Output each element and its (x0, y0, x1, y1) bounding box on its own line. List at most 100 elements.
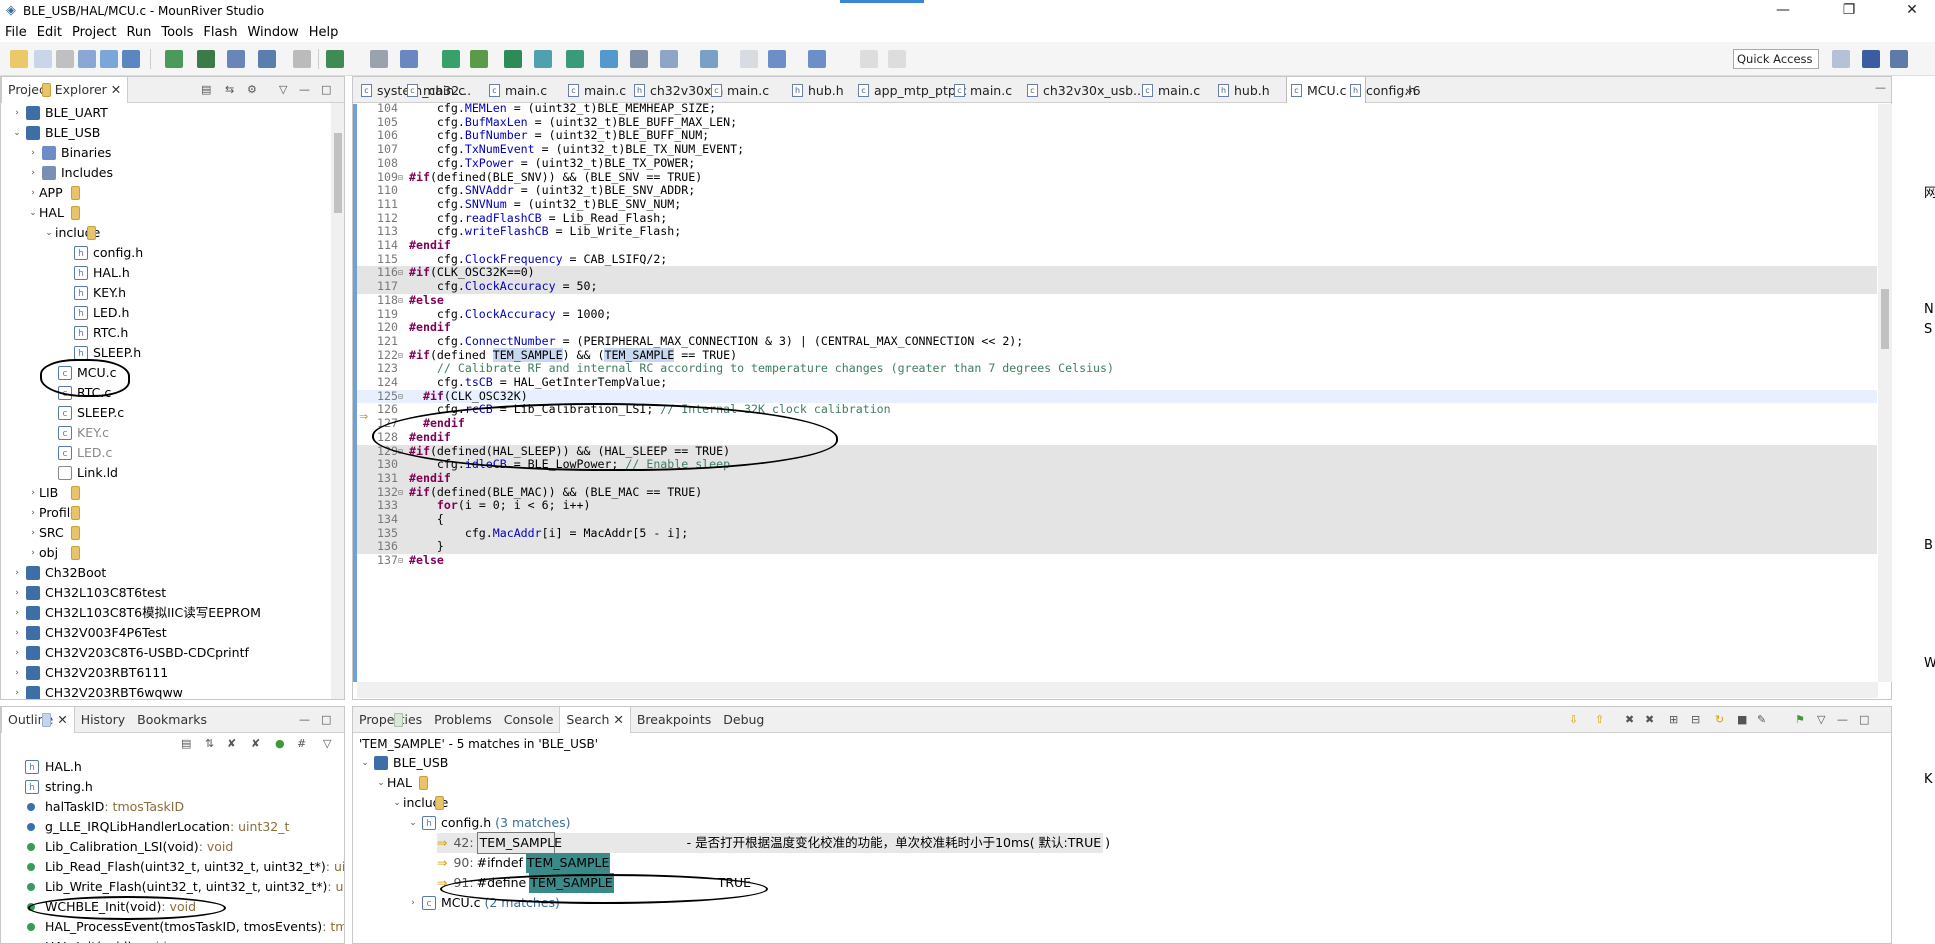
tree-item[interactable]: › APP (27, 183, 80, 203)
tree-item[interactable]: c LED.c (43, 443, 112, 463)
menu-tools[interactable]: Tools (156, 25, 198, 40)
tree-item[interactable]: › Binaries (27, 143, 111, 163)
code-line[interactable]: 137 ⊟ #else (357, 553, 1877, 568)
code-line[interactable]: 110 cfg.SNVAddr = (uint32_t)BLE_SNV_ADDR… (357, 183, 1877, 198)
tree-item[interactable]: › LIB (27, 483, 80, 503)
tree-item[interactable]: ⌄ HAL (27, 203, 80, 223)
outline-item[interactable]: g_LLE_IRQLibHandlerLocation : uint32_t (23, 817, 289, 837)
tab-breakpoints[interactable]: Breakpoints (394, 707, 717, 733)
sync-icon[interactable] (888, 50, 906, 68)
format-icon[interactable] (630, 50, 648, 68)
code-line[interactable]: 104 cfg.MEMLen = (uint32_t)BLE_MEMHEAP_S… (357, 101, 1877, 116)
fold-toggle-icon[interactable]: ⊟ (398, 266, 407, 280)
cancel-search-icon[interactable]: ■ (1737, 713, 1747, 726)
tree-item[interactable]: h KEY.h (59, 283, 126, 303)
tree-item[interactable]: h HAL.h (59, 263, 130, 283)
tab-search[interactable]: Search ✕ (394, 707, 631, 733)
expand-all-icon[interactable]: ⊞ (1669, 713, 1678, 726)
tree-item[interactable]: › obj (27, 543, 80, 563)
tab-project-explorer[interactable]: Project Explorer ✕ (1, 77, 129, 103)
tree-item[interactable]: › CH32L103C8T6模拟IIC读写EEPROM (11, 603, 261, 623)
filter-icon[interactable]: ⚙ (247, 83, 257, 96)
tab-history[interactable]: History (42, 707, 131, 733)
chevron-right-icon[interactable]: › (11, 643, 23, 663)
save-all-icon[interactable] (56, 50, 74, 68)
search-icon[interactable] (400, 50, 418, 68)
outline-item[interactable]: HAL_Init(void) : void (23, 937, 167, 943)
tree-item[interactable]: › Includes (27, 163, 113, 183)
editor-tab[interactable]: c main.c (407, 77, 465, 103)
build-icon[interactable] (165, 50, 183, 68)
tab-properties[interactable]: Properties (353, 707, 428, 733)
build-config-icon[interactable] (122, 50, 140, 68)
console-icon[interactable] (700, 50, 718, 68)
maximize-button[interactable]: ❐ (1826, 0, 1872, 22)
result-match-90[interactable]: ⇒ 90: #ifndef TEM_SAMPLE (437, 853, 611, 873)
code-line[interactable]: 133 for(i = 0; i < 6; i++) (357, 498, 1877, 513)
result-match-42[interactable]: ⇒ 42: TEM_SAMPLE - 是否打开根据温度变化校准的功能，单次校准耗时小于… (437, 832, 1110, 854)
open-perspective-icon[interactable] (1832, 50, 1850, 68)
chevron-right-icon[interactable]: › (11, 623, 23, 643)
hide-static-icon[interactable]: ✘ (251, 737, 260, 750)
editor-tab[interactable]: h hub.h (1218, 77, 1270, 103)
editor-tab[interactable]: c main.c (1142, 77, 1200, 103)
result-folder-include[interactable]: ⌄ include (391, 793, 448, 813)
code-line[interactable]: 124 cfg.tsCB = HAL_GetInterTempValue; (357, 375, 1877, 390)
back-icon[interactable] (768, 50, 786, 68)
code-editor[interactable]: 104 cfg.MEMLen = (uint32_t)BLE_MEMHEAP_S… (357, 101, 1877, 682)
code-line[interactable]: 122 ⊟ #if(defined TEM_SAMPLE) && (TEM_SAMP… (357, 347, 1877, 363)
code-line[interactable]: 136 } (357, 540, 1877, 555)
code-line[interactable]: 116 ⊟ #if(CLK_OSC32K==0) (357, 266, 1877, 281)
collapse-all-icon[interactable]: ▤ (201, 83, 211, 96)
forward-icon[interactable] (808, 50, 826, 68)
tree-item[interactable]: › BLE_UART (11, 103, 108, 123)
outline-item[interactable]: HAL_ProcessEvent(tmosTaskID, tmosEvents)… (23, 917, 344, 937)
code-line[interactable]: 113 cfg.writeFlashCB = Lib_Write_Flash; (357, 224, 1877, 239)
tree-item[interactable]: › SRC (27, 523, 80, 543)
maximize-view-icon[interactable]: □ (321, 83, 331, 96)
editor-tab[interactable]: c main.c (711, 77, 769, 103)
editor-tab[interactable]: h ch32v30x.h (634, 77, 723, 103)
code-line[interactable]: 107 cfg.TxNumEvent = (uint32_t)BLE_TX_NU… (357, 142, 1877, 157)
result-folder-hal[interactable]: ⌄ HAL (375, 773, 428, 793)
chevron-right-icon[interactable]: › (27, 523, 39, 543)
project-tree-scrollbar[interactable] (331, 103, 344, 699)
remove-match-icon[interactable]: ✖ (1625, 713, 1634, 726)
code-line[interactable]: 120 #endif (357, 320, 1877, 335)
clean-icon[interactable] (227, 50, 245, 68)
code-line[interactable]: 134 { (357, 512, 1877, 527)
fold-toggle-icon[interactable]: ⊟ (398, 349, 407, 363)
tree-item[interactable]: › CH32V203RBT6111 (11, 663, 168, 683)
outline-maximize-icon[interactable]: □ (321, 713, 331, 726)
hide-fields-icon[interactable]: ✘ (227, 737, 236, 750)
chevron-right-icon[interactable]: › (27, 503, 39, 523)
chevron-right-icon[interactable]: › (27, 483, 39, 503)
perspective-c-icon[interactable] (1862, 50, 1880, 68)
outline-menu-icon[interactable]: ▽ (323, 737, 331, 750)
code-line[interactable]: 109 ⊟ #if(defined(BLE_SNV)) && (BLE_SNV ==… (357, 170, 1877, 185)
editor-tab[interactable]: c main.c (489, 77, 547, 103)
project-tree-scroll-thumb[interactable] (334, 133, 342, 213)
code-line[interactable]: 119 cfg.ClockAccuracy = 1000; (357, 307, 1877, 322)
debug-icon[interactable] (326, 50, 344, 68)
code-line[interactable]: 123 // Calibrate RF and internal RC acco… (357, 361, 1877, 376)
code-line[interactable]: 121 cfg.ConnectNumber = (PERIPHERAL_MAX_… (357, 334, 1877, 349)
outline-item[interactable]: h HAL.h (23, 757, 82, 777)
tree-item[interactable]: h LED.h (59, 303, 129, 323)
editor-tab[interactable]: c app_mtp_ptp.c (858, 77, 967, 103)
tree-item[interactable]: › CH32L103C8T6test (11, 583, 166, 603)
tree-item[interactable]: Link.ld (43, 463, 118, 483)
chevron-right-icon[interactable]: › (11, 663, 23, 683)
fold-toggle-icon[interactable]: ⊟ (398, 554, 407, 568)
code-line[interactable]: 117 cfg.ClockAccuracy = 50; (357, 279, 1877, 294)
bottom-view-menu-icon[interactable]: ▽ (1817, 713, 1825, 726)
menu-run[interactable]: Run (121, 25, 156, 40)
menu-flash[interactable]: Flash (198, 25, 242, 40)
view-menu-icon[interactable]: ▽ (279, 83, 287, 96)
code-line[interactable]: 135 cfg.MacAddr[i] = MacAddr[5 - i]; (357, 526, 1877, 541)
editor-tab[interactable]: c ch32v30x_usb... (1027, 77, 1145, 103)
tree-item[interactable]: h config.h (59, 243, 143, 263)
layout-icon[interactable] (660, 50, 678, 68)
tab-problems[interactable]: Problems (394, 707, 498, 733)
external-tools-icon[interactable] (370, 50, 388, 68)
